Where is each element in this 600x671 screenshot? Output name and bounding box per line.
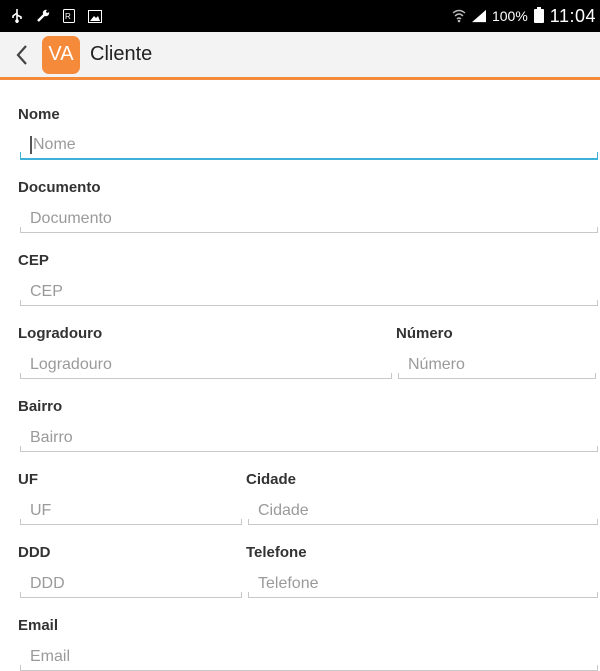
page-title: Cliente (90, 43, 153, 65)
email-input[interactable]: Email (20, 643, 598, 671)
notification-icons: R (10, 9, 102, 23)
wrench-icon (36, 9, 50, 23)
action-bar: VA Cliente (0, 32, 600, 80)
clock: 11:04 (549, 5, 596, 26)
cidade-placeholder: Cidade (258, 501, 309, 519)
nome-label: Nome (18, 106, 60, 123)
svg-text:R: R (65, 12, 71, 21)
nome-input[interactable]: Nome (20, 132, 598, 160)
cidade-input[interactable]: Cidade (248, 497, 598, 525)
email-placeholder: Email (30, 647, 71, 665)
documento-label: Documento (18, 179, 101, 196)
usb-icon (10, 9, 24, 23)
status-right: 100% 11:04 (452, 6, 596, 27)
telefone-label: Telefone (246, 544, 307, 561)
documento-input[interactable]: Documento (20, 205, 598, 233)
image-icon (88, 9, 102, 23)
logradouro-label: Logradouro (18, 325, 103, 342)
numero-placeholder: Número (408, 355, 465, 373)
ddd-input[interactable]: DDD (20, 570, 242, 598)
cep-placeholder: CEP (30, 282, 63, 300)
bairro-label: Bairro (18, 398, 63, 415)
battery-percent: 100% (491, 8, 528, 24)
numero-input[interactable]: Número (398, 351, 596, 379)
numero-label: Número (396, 325, 453, 342)
uf-placeholder: UF (30, 501, 52, 519)
uf-input[interactable]: UF (20, 497, 242, 525)
documento-placeholder: Documento (30, 209, 112, 227)
nome-placeholder: Nome (33, 136, 76, 153)
cep-input[interactable]: CEP (20, 278, 598, 306)
signal-icon (471, 9, 486, 23)
back-button[interactable] (8, 31, 36, 79)
logradouro-placeholder: Logradouro (30, 355, 112, 373)
rx-icon: R (62, 9, 76, 23)
ddd-placeholder: DDD (30, 574, 65, 592)
cidade-label: Cidade (246, 471, 297, 488)
logradouro-input[interactable]: Logradouro (20, 351, 392, 379)
app-logo[interactable]: VA (42, 35, 80, 74)
telefone-input[interactable]: Telefone (248, 570, 598, 598)
bairro-input[interactable]: Bairro (20, 424, 598, 452)
chevron-left-icon (16, 44, 27, 65)
battery-icon (533, 7, 544, 23)
ddd-label: DDD (18, 544, 51, 561)
text-caret (30, 136, 32, 154)
cep-label: CEP (18, 252, 49, 269)
status-bar: R 100% 11:04 (0, 0, 600, 32)
bairro-placeholder: Bairro (30, 428, 73, 446)
telefone-placeholder: Telefone (258, 574, 319, 592)
email-label: Email (18, 617, 59, 634)
wifi-icon (452, 9, 466, 23)
uf-label: UF (18, 471, 38, 488)
